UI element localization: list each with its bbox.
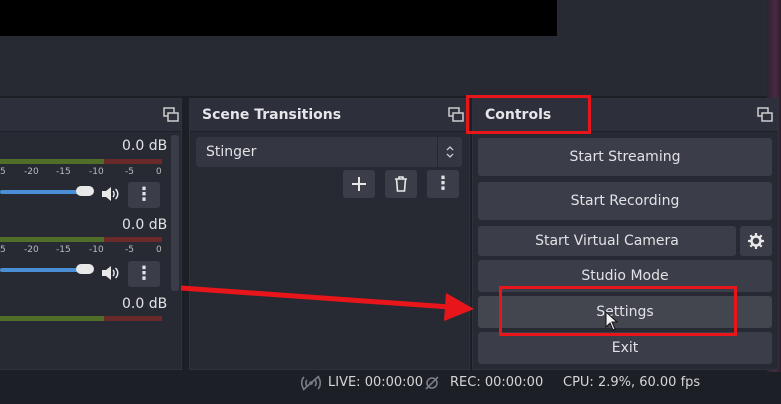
volume-slider-handle[interactable] (76, 264, 94, 274)
channel-menu-button[interactable]: ⋮ (128, 182, 160, 208)
plus-icon (352, 177, 366, 191)
channel-menu-button[interactable]: ⋮ (128, 261, 160, 287)
start-virtual-camera-button[interactable]: Start Virtual Camera (478, 226, 736, 256)
volume-slider-handle[interactable] (76, 186, 94, 196)
cpu-fps-status: CPU: 2.9%, 60.00 fps (563, 375, 701, 390)
undock-icon[interactable] (163, 107, 179, 123)
undock-icon[interactable] (757, 107, 773, 123)
exit-button[interactable]: Exit (478, 332, 772, 364)
channel-db-label: 0.0 dB (122, 296, 168, 312)
speaker-icon[interactable] (100, 264, 120, 282)
channel-db-label: 0.0 dB (122, 138, 168, 154)
transition-select-value: Stinger (206, 144, 257, 160)
scene-transitions-title: Scene Transitions (190, 99, 469, 132)
meter-ticks: 5 -20 -15 -10 -5 0 (0, 235, 165, 255)
transition-menu-button[interactable]: ⋮ (427, 170, 459, 198)
rec-timer: REC: 00:00:00 (450, 375, 544, 390)
kebab-icon: ⋮ (434, 173, 452, 194)
gear-icon (748, 233, 764, 249)
meter-ticks: 5 -20 -15 -10 -5 0 (0, 157, 165, 177)
start-recording-button[interactable]: Start Recording (478, 182, 772, 220)
meter-ticks (0, 314, 165, 334)
live-signal-icon (300, 375, 322, 391)
undock-icon[interactable] (448, 107, 464, 123)
kebab-icon: ⋮ (135, 263, 153, 284)
start-streaming-button[interactable]: Start Streaming (478, 138, 772, 176)
transition-select[interactable]: Stinger (196, 137, 462, 167)
mixer-scrollbar[interactable] (171, 135, 179, 291)
add-transition-button[interactable] (343, 170, 375, 198)
volume-slider[interactable] (0, 264, 96, 274)
speaker-icon[interactable] (100, 185, 120, 203)
rec-icon (425, 376, 439, 390)
audio-mixer-header (0, 99, 181, 132)
trash-icon (395, 176, 407, 192)
mouse-cursor-icon (605, 311, 619, 331)
kebab-icon: ⋮ (135, 184, 153, 205)
virtual-camera-settings-button[interactable] (740, 226, 772, 256)
channel-db-label: 0.0 dB (122, 217, 168, 233)
volume-slider[interactable] (0, 186, 96, 196)
live-timer: LIVE: 00:00:00 (328, 375, 424, 390)
arrow-annotation-icon (180, 285, 474, 321)
controls-title-highlight (466, 95, 591, 134)
preview-canvas (0, 0, 557, 36)
remove-transition-button[interactable] (385, 170, 417, 198)
chevron-updown-icon (437, 137, 462, 167)
